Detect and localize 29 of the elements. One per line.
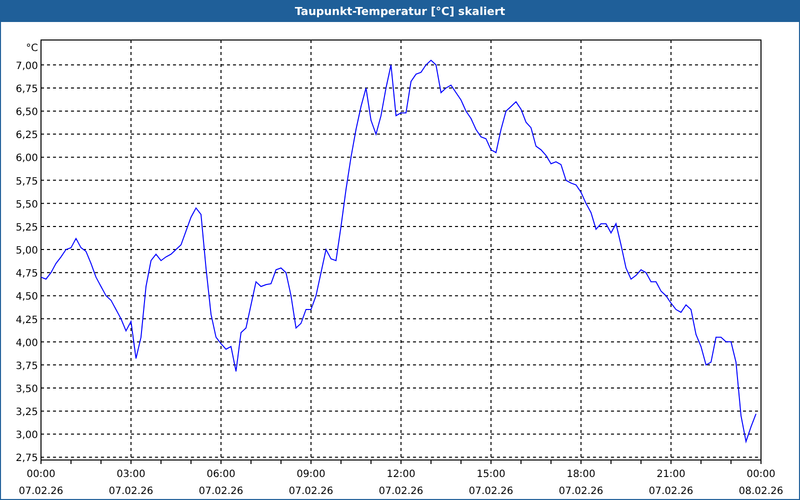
x-tick-label: 15:00 07.02.26: [468, 469, 514, 497]
y-tick-label: 6,00: [16, 153, 38, 164]
x-tick-label: 06:00 07.02.26: [198, 469, 244, 497]
y-tick-label: 3,75: [16, 360, 38, 372]
x-tick-label: 12:00 07.02.26: [378, 469, 424, 497]
y-tick-label: 4,75: [16, 268, 38, 280]
y-tick-label: 6,50: [16, 107, 38, 118]
y-tick-label: 4,50: [16, 292, 38, 303]
y-axis-unit: °C: [26, 43, 38, 54]
y-tick-label: 2,75: [16, 453, 38, 464]
y-tick-label: 4,00: [16, 338, 38, 349]
y-tick-label: 5,50: [16, 199, 38, 210]
y-tick-label: 6,75: [16, 84, 38, 95]
x-tick-label: 21:00 07.02.26: [648, 469, 694, 497]
y-tick-label: 5,75: [16, 176, 38, 188]
y-tick-label: 3,00: [16, 430, 38, 442]
x-tick-label: 18:00 07.02.26: [558, 469, 604, 497]
x-tick-label: 09:00 07.02.26: [288, 469, 334, 497]
y-tick-label: 5,25: [16, 222, 38, 234]
y-tick-label: 7,00: [16, 60, 38, 72]
window-title: Taupunkt-Temperatur [°C] skaliert: [1, 0, 799, 22]
y-tick-label: 3,25: [16, 407, 38, 418]
y-tick-label: 6,25: [16, 130, 38, 142]
x-tick-label: 00:00 07.02.26: [18, 469, 64, 497]
x-tick-label: 00:00 08.02.26: [738, 469, 784, 497]
y-tick-label: 3,50: [16, 384, 38, 395]
y-tick-label: 4,25: [16, 314, 38, 326]
y-tick-label: 5,00: [16, 246, 38, 257]
x-tick-label: 03:00 07.02.26: [108, 469, 154, 497]
